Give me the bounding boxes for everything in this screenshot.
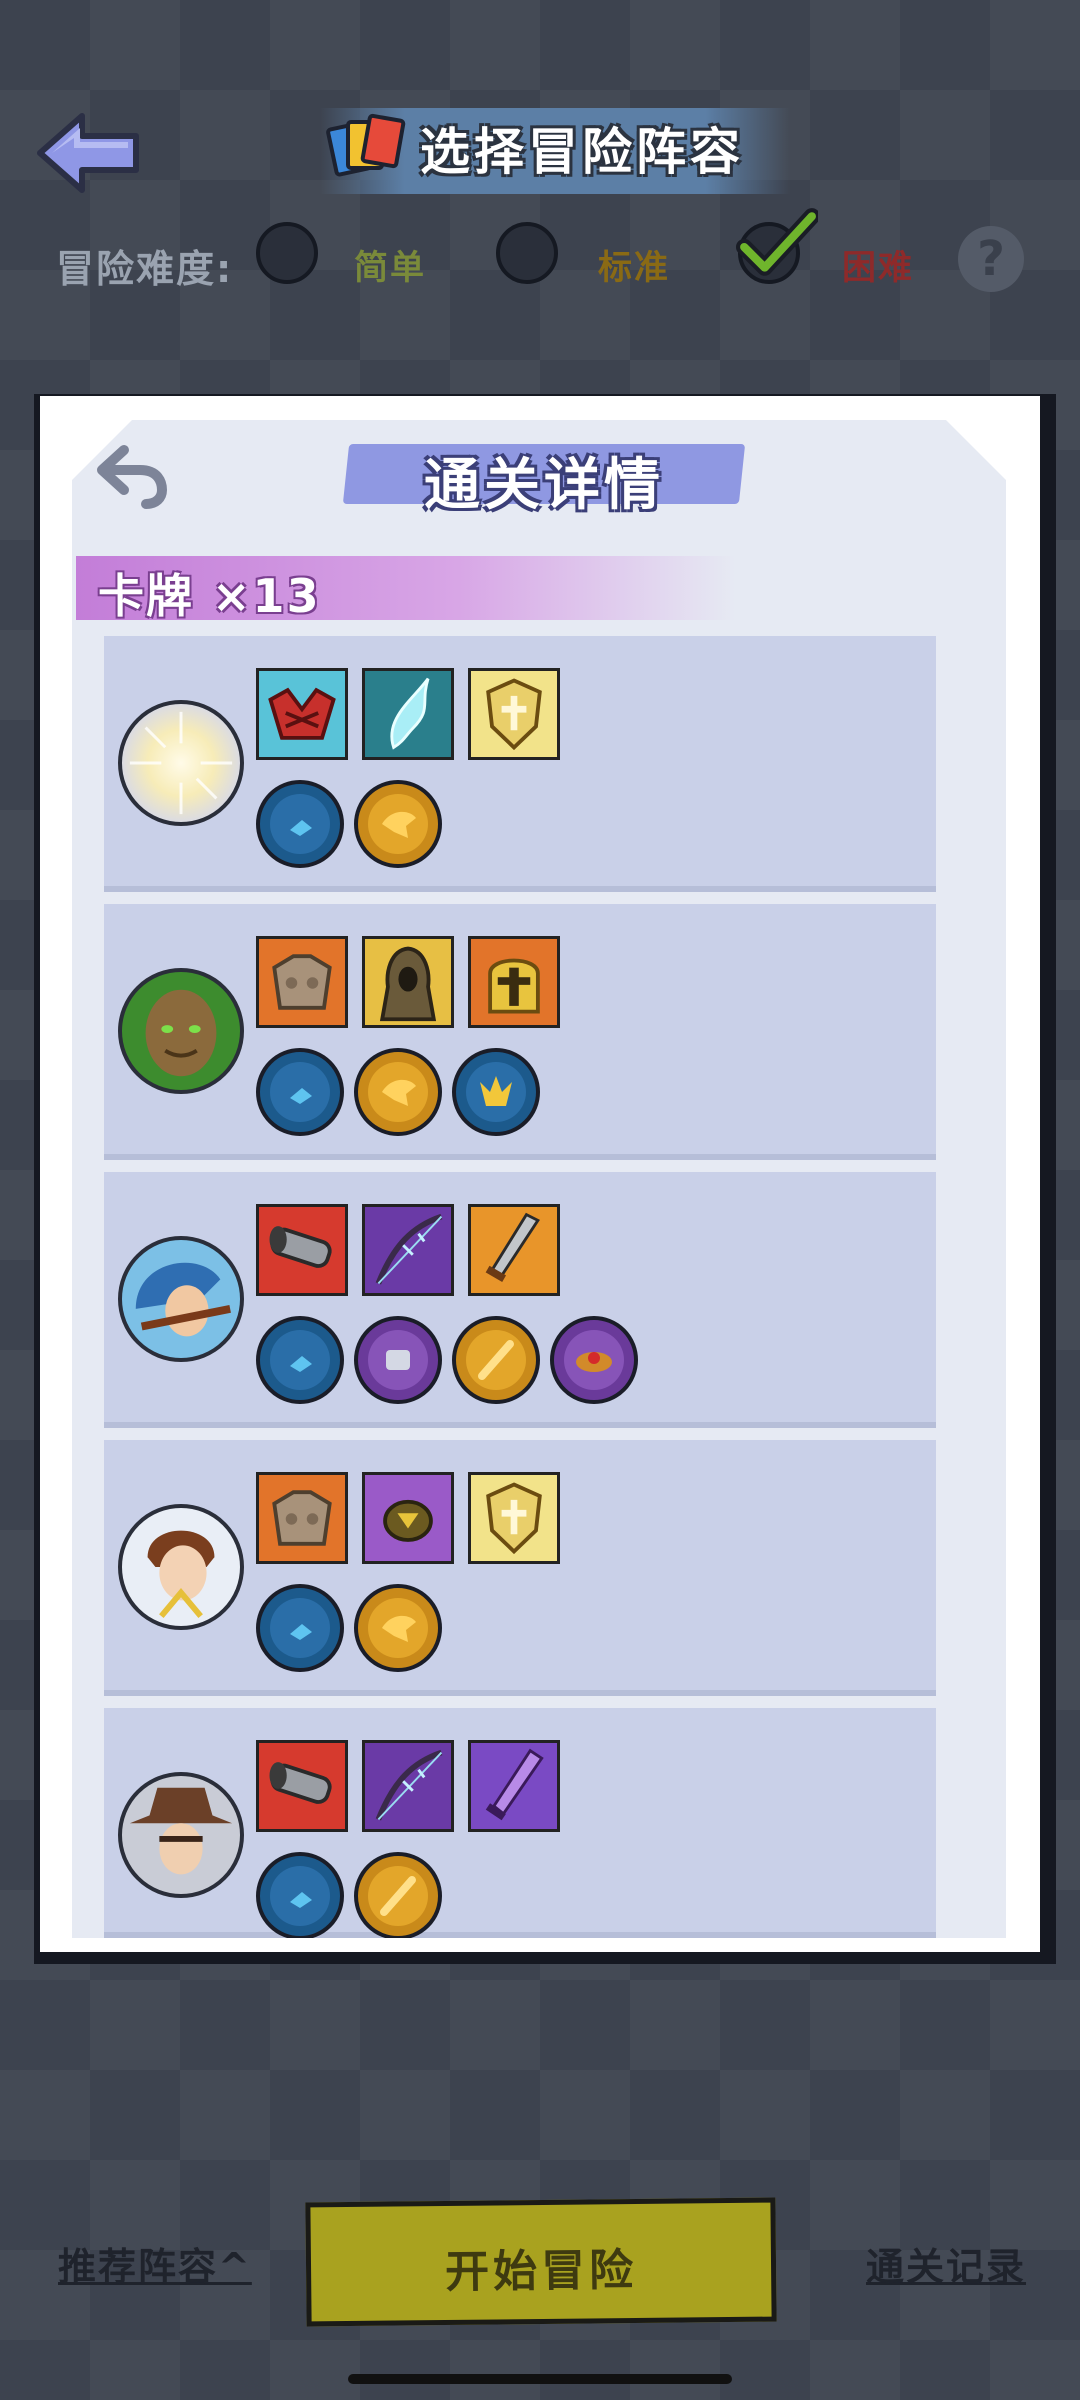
difficulty-label: 冒险难度: [56,247,234,291]
hero-row [104,1172,936,1428]
card-orange-sword[interactable] [468,1204,560,1296]
gem-gold[interactable] [354,780,442,868]
hero-row [104,904,936,1160]
hero-row [104,1708,936,1940]
gem-blue[interactable] [256,1048,344,1136]
difficulty-easy-radio[interactable] [256,222,318,284]
difficulty-standard-radio[interactable] [496,222,558,284]
gem-blue[interactable] [256,1316,344,1404]
card-purple-sword[interactable] [468,1740,560,1832]
hero-portrait-youth[interactable] [118,1504,244,1630]
card-red-claw[interactable] [256,668,348,760]
card-hooded-figure[interactable] [362,936,454,1028]
gem-purple[interactable] [550,1316,638,1404]
gem-purple[interactable] [354,1316,442,1404]
difficulty-hard-radio[interactable] [736,208,818,284]
card-red-cannon[interactable] [256,1204,348,1296]
back-arrow-icon[interactable] [34,108,144,198]
gem-gold[interactable] [354,1048,442,1136]
hero-portrait-light[interactable] [118,700,244,826]
card-purple-bow[interactable] [362,1204,454,1296]
page-title: 选择冒险阵容 [420,123,744,181]
help-icon[interactable]: ? [958,226,1024,292]
card-gold-shield[interactable] [468,668,560,760]
card-stone-armor[interactable] [256,1472,348,1564]
card-gold-helmet[interactable] [468,936,560,1028]
card-purple-bow[interactable] [362,1740,454,1832]
checkmark-icon [736,208,818,276]
card-purple-beetle[interactable] [362,1472,454,1564]
start-adventure-label: 开始冒险 [444,2244,638,2299]
corner-decoration [946,420,1006,480]
panel-bottom-edge [72,1938,1006,1952]
gem-blue[interactable] [256,780,344,868]
card-red-cannon[interactable] [256,1740,348,1832]
cards-icon [326,112,406,184]
difficulty-standard-label[interactable]: 标准 [598,240,670,289]
hero-portrait-archer[interactable] [118,1236,244,1362]
panel-title: 通关详情 [424,453,664,518]
gem-blue[interactable] [256,1584,344,1672]
card-cyan-wing[interactable] [362,668,454,760]
gem-gold[interactable] [452,1316,540,1404]
card-count: 卡牌 ×13 [98,569,321,623]
hero-row [104,636,936,892]
gem-blue[interactable] [256,1852,344,1940]
card-stone-armor[interactable] [256,936,348,1028]
recommend-lineup-link[interactable]: 推荐阵容^ [58,2236,252,2291]
card-gold-shield[interactable] [468,1472,560,1564]
gem-blue-gold[interactable] [452,1048,540,1136]
hero-portrait-cowboy[interactable] [118,1772,244,1898]
gem-gold[interactable] [354,1584,442,1672]
clear-records-link[interactable]: 通关记录 [866,2236,1026,2291]
hero-portrait-tree[interactable] [118,968,244,1094]
start-adventure-button[interactable]: 开始冒险 [305,2197,777,2327]
difficulty-easy-label[interactable]: 简单 [354,240,426,289]
gem-gold[interactable] [354,1852,442,1940]
home-indicator[interactable] [348,2374,732,2384]
difficulty-hard-label[interactable]: 困难 [842,240,914,289]
hero-row [104,1440,936,1696]
undo-back-icon[interactable] [96,440,170,510]
